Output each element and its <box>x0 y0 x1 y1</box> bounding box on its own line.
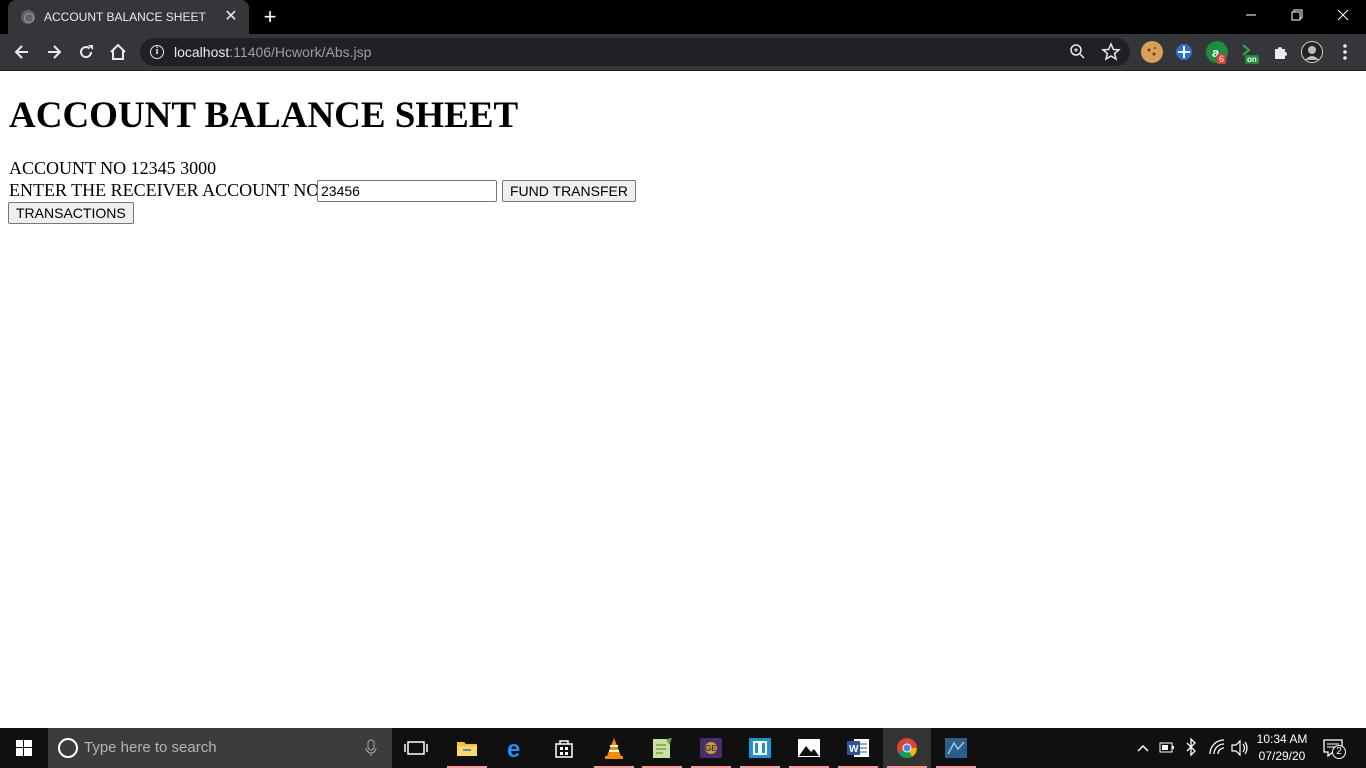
tab-title: ACCOUNT BALANCE SHEET <box>44 10 206 24</box>
home-button[interactable] <box>104 38 132 66</box>
task-view-button[interactable] <box>392 728 440 768</box>
url-text[interactable]: localhost:11406/Hcwork/Abs.jsp <box>174 44 371 60</box>
new-tab-button[interactable]: + <box>258 5 282 29</box>
edge-icon: e <box>507 737 520 759</box>
network-button[interactable] <box>1208 728 1226 768</box>
system-clock[interactable]: 10:34 AM 07/29/20 <box>1250 731 1314 765</box>
extension-puzzle-blue-icon[interactable] <box>1173 41 1195 63</box>
home-icon <box>110 43 126 60</box>
store-button[interactable] <box>540 728 588 768</box>
chevron-up-icon <box>1137 744 1149 752</box>
mysql-workbench-button[interactable] <box>932 728 980 768</box>
extension-on-badge: on <box>1245 55 1259 64</box>
photos-button[interactable] <box>785 728 833 768</box>
url-path: :11406/Hcwork/Abs.jsp <box>229 44 372 60</box>
chrome-button[interactable] <box>883 728 931 768</box>
zoom-icon[interactable] <box>1068 42 1088 62</box>
close-tab-button[interactable]: ✕ <box>221 7 241 27</box>
svg-text:e: e <box>507 737 520 759</box>
reload-button[interactable] <box>72 38 100 66</box>
svg-text:GE: GE <box>705 744 717 753</box>
clock-date: 07/29/20 <box>1258 749 1306 763</box>
terminal-extension-icon[interactable]: on <box>1240 41 1262 64</box>
extension-badge: 6 <box>1217 54 1227 64</box>
back-arrow-icon <box>14 45 28 59</box>
folder-icon <box>457 742 477 756</box>
notification-count: 2 <box>1332 745 1346 759</box>
file-explorer-button[interactable] <box>443 728 491 768</box>
word-button[interactable]: W <box>834 728 882 768</box>
transactions-button[interactable]: TRANSACTIONS <box>8 202 134 224</box>
task-view-icon <box>404 741 428 755</box>
start-button[interactable] <box>0 728 48 768</box>
volume-button[interactable] <box>1230 728 1250 768</box>
back-button[interactable] <box>8 38 36 66</box>
battery-button[interactable] <box>1158 728 1176 768</box>
cinema-app-button[interactable] <box>736 728 784 768</box>
svg-text:W: W <box>849 744 859 755</box>
profile-avatar[interactable] <box>1301 41 1323 63</box>
game-app-icon: GE <box>700 738 722 758</box>
game-app-button[interactable]: GE <box>687 728 735 768</box>
address-bar[interactable]: i localhost:11406/Hcwork/Abs.jsp <box>140 38 1130 66</box>
restore-icon <box>1291 9 1303 21</box>
reload-icon <box>80 45 93 59</box>
windows-logo-icon <box>16 740 32 756</box>
receiver-account-label: ENTER THE RECEIVER ACCOUNT NO <box>9 180 320 200</box>
notepad-plus-button[interactable] <box>638 728 686 768</box>
site-info-icon[interactable]: i <box>150 45 164 59</box>
search-placeholder: Type here to search <box>84 739 217 756</box>
close-window-button[interactable] <box>1320 0 1366 30</box>
battery-icon <box>1159 742 1174 753</box>
account-info: ACCOUNT NO 12345 3000 <box>9 158 217 178</box>
photos-icon <box>798 739 820 757</box>
minimize-icon <box>1246 14 1256 16</box>
microphone-icon[interactable] <box>364 739 378 757</box>
vlc-button[interactable] <box>590 728 638 768</box>
taskbar-search-box[interactable]: Type here to search <box>48 728 392 768</box>
minimize-button[interactable] <box>1228 0 1274 30</box>
bluetooth-button[interactable] <box>1184 728 1198 768</box>
browser-toolbar: i localhost:11406/Hcwork/Abs.jsp a 6 on <box>0 34 1366 71</box>
store-icon <box>555 740 573 758</box>
forward-button[interactable] <box>40 38 68 66</box>
clock-time: 10:34 AM <box>1256 732 1308 746</box>
action-center-button[interactable]: 2 <box>1322 737 1346 759</box>
notepad-plus-icon <box>653 738 672 758</box>
extensions-puzzle-icon[interactable] <box>1270 41 1292 63</box>
fund-transfer-button[interactable]: FUND TRANSFER <box>502 180 636 202</box>
wifi-icon <box>1209 739 1225 755</box>
page-heading: ACCOUNT BALANCE SHEET <box>9 95 519 136</box>
speaker-icon <box>1231 739 1248 757</box>
forward-arrow-icon <box>48 45 62 59</box>
browser-tab[interactable]: ACCOUNT BALANCE SHEET ✕ <box>8 0 249 34</box>
bookmark-star-icon[interactable] <box>1101 42 1121 62</box>
chrome-icon <box>897 738 917 759</box>
edge-button[interactable]: e <box>492 728 540 768</box>
close-icon <box>1337 9 1349 21</box>
cookie-extension-icon[interactable] <box>1141 41 1163 63</box>
browser-tab-strip: ACCOUNT BALANCE SHEET ✕ + <box>0 0 1366 34</box>
vlc-cone-icon <box>605 738 623 759</box>
cortana-icon <box>58 738 78 758</box>
restore-button[interactable] <box>1274 0 1320 30</box>
globe-icon <box>21 10 35 24</box>
url-host: localhost <box>174 44 230 60</box>
menu-kebab-icon[interactable] <box>1334 41 1356 63</box>
show-hidden-icons-button[interactable] <box>1136 728 1150 768</box>
bluetooth-icon <box>1186 737 1196 757</box>
word-icon: W <box>847 739 869 757</box>
mysql-workbench-icon <box>945 738 967 758</box>
grammar-extension-icon[interactable]: a 6 <box>1206 41 1228 64</box>
windows-taskbar: Type here to search e GE W 10:34 AM 07/2… <box>0 728 1366 768</box>
web-page: ACCOUNT BALANCE SHEET ACCOUNT NO 12345 3… <box>0 71 1366 728</box>
film-app-icon <box>749 738 771 758</box>
receiver-account-input[interactable] <box>317 180 497 202</box>
